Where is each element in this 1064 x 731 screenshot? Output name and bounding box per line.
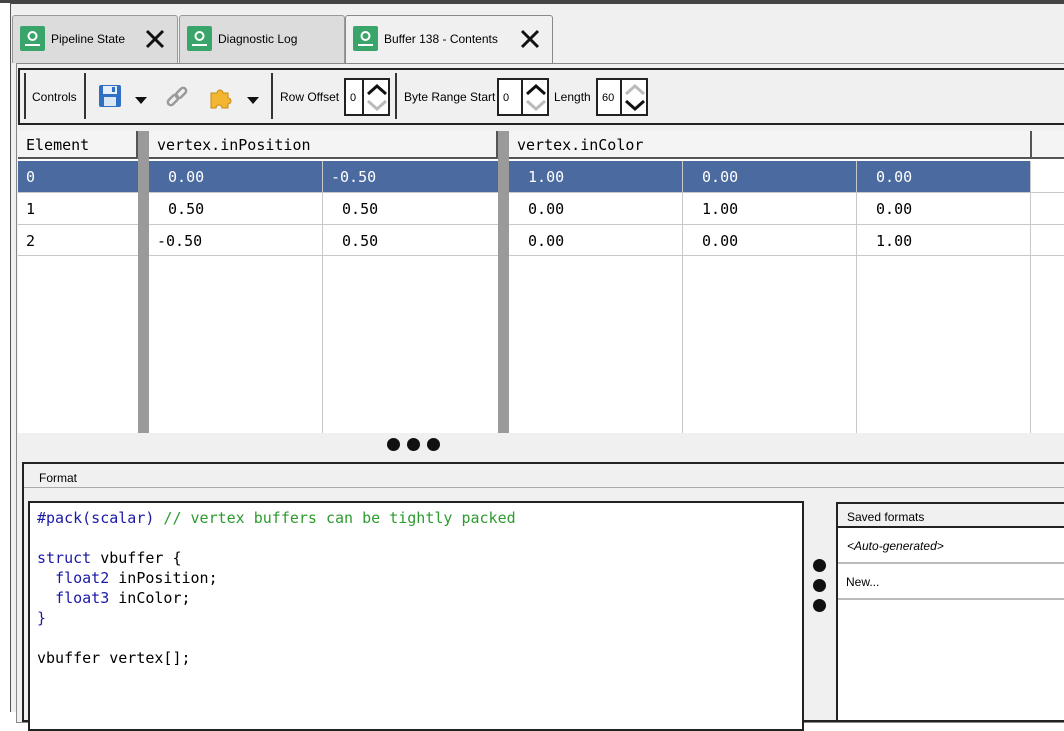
format-title: Format [39, 471, 78, 485]
column-divider [856, 161, 857, 433]
controls-label: Controls [32, 90, 77, 104]
saved-formats-title: Saved formats [847, 510, 925, 524]
tab-pipeline-state[interactable]: Pipeline State [12, 15, 178, 63]
vertical-splitter-handle[interactable] [813, 558, 827, 614]
toolbar-separator [395, 73, 397, 119]
table-cell[interactable]: 0.00 [859, 193, 912, 225]
row-offset-spinbox[interactable]: 0 [344, 78, 390, 116]
code-line: } [37, 608, 46, 628]
length-spinbox[interactable]: 60 [596, 78, 648, 116]
column-divider [682, 161, 683, 433]
table-cell[interactable]: 1.00 [859, 225, 912, 257]
save-icon[interactable] [98, 84, 122, 108]
saved-format-item-new[interactable]: New... [838, 566, 1064, 600]
row-offset-value: 0 [350, 92, 357, 104]
column-divider [1030, 161, 1031, 433]
code-line: struct vbuffer { [37, 548, 182, 568]
tab-person-icon [20, 26, 45, 51]
saved-formats-header: Saved formats [838, 504, 1064, 528]
tab-person-icon [353, 26, 378, 51]
splitter-dot [387, 438, 400, 451]
code-line: vbuffer vertex[]; [37, 648, 191, 668]
code-comment: // vertex buffers can be tightly packed [154, 509, 516, 527]
splitter-dot [407, 438, 420, 451]
column-header-inposition[interactable]: vertex.inPosition [149, 131, 498, 159]
table-cell[interactable]: -0.50 [323, 161, 376, 193]
code-keyword: } [37, 609, 47, 627]
byte-range-start-value: 0 [503, 92, 510, 104]
code-text: inPosition; [109, 569, 218, 587]
code-text: inColor; [109, 589, 191, 607]
puzzle-icon[interactable] [208, 84, 234, 110]
splitter-dot [427, 438, 440, 451]
column-header-incolor[interactable]: vertex.inColor [509, 131, 1032, 159]
table-cell[interactable]: 0.00 [685, 225, 738, 257]
tab-label: Buffer 138 - Contents [384, 32, 498, 46]
byte-range-start-label: Byte Range Start [404, 90, 496, 104]
spin-arrows[interactable] [521, 80, 549, 114]
column-group-separator [498, 131, 509, 433]
toolbar-separator [24, 73, 26, 119]
tab-diagnostic-log[interactable]: Diagnostic Log [179, 15, 345, 63]
code-keyword: float3 [55, 589, 110, 607]
spin-arrows[interactable] [620, 80, 648, 114]
table-cell[interactable]: -0.50 [149, 225, 202, 257]
code-line: float3 inColor; [37, 588, 191, 608]
code-directive: #pack(scalar) [37, 509, 155, 527]
table-cell[interactable]: 0.00 [511, 193, 564, 225]
close-icon[interactable] [518, 27, 542, 51]
table-cell[interactable]: 0 [18, 161, 35, 193]
column-group-separator [138, 131, 149, 433]
dropdown-arrow-icon[interactable] [134, 90, 148, 104]
code-line: float2 inPosition; [37, 568, 218, 588]
splitter-dot [813, 579, 826, 592]
tab-person-icon [187, 26, 212, 51]
table-cell[interactable]: 0.50 [325, 193, 378, 225]
dropdown-arrow-icon[interactable] [246, 90, 260, 104]
code-keyword: struct [37, 549, 92, 567]
byte-range-start-spinbox[interactable]: 0 [497, 78, 549, 116]
code-keyword: float2 [55, 569, 110, 587]
table-cell[interactable]: 0.00 [511, 225, 564, 257]
format-code-editor[interactable]: #pack(scalar) // vertex buffers can be t… [28, 501, 804, 731]
spin-arrows[interactable] [362, 80, 390, 114]
column-header-element[interactable]: Element [18, 131, 138, 159]
saved-format-label: <Auto-generated> [847, 539, 944, 553]
toolbar-separator [84, 73, 86, 119]
column-header-filler [1032, 131, 1064, 159]
tab-buffer-contents[interactable]: Buffer 138 - Contents [345, 15, 553, 65]
column-divider [322, 161, 323, 433]
horizontal-splitter-handle[interactable] [386, 438, 446, 452]
close-icon[interactable] [143, 27, 167, 51]
tab-label: Diagnostic Log [218, 32, 298, 46]
code-text: vbuffer { [91, 549, 182, 567]
table-cell[interactable]: 0.00 [151, 161, 204, 193]
table-cell[interactable]: 1.00 [685, 193, 738, 225]
table-cell[interactable]: 0.50 [151, 193, 204, 225]
link-icon[interactable] [165, 85, 189, 109]
tab-label: Pipeline State [51, 32, 126, 46]
splitter-dot [813, 599, 826, 612]
toolbar-separator [271, 73, 273, 119]
row-offset-label: Row Offset [280, 90, 340, 104]
table-cell[interactable]: 0.00 [859, 161, 912, 193]
table-cell[interactable]: 0.00 [685, 161, 738, 193]
table-cell[interactable]: 2 [18, 225, 35, 257]
splitter-dot [813, 559, 826, 572]
code-text: vbuffer vertex[]; [37, 649, 191, 667]
saved-format-item-auto[interactable]: <Auto-generated> [838, 530, 1064, 564]
code-line: #pack(scalar) // vertex buffers can be t… [37, 508, 516, 528]
table-cell[interactable]: 1.00 [511, 161, 564, 193]
table-cell[interactable]: 1 [18, 193, 35, 225]
length-label: Length [554, 90, 591, 104]
saved-format-label: New... [846, 575, 880, 589]
table-cell[interactable]: 0.50 [325, 225, 378, 257]
format-title-divider [24, 487, 1064, 488]
length-value: 60 [602, 92, 615, 104]
